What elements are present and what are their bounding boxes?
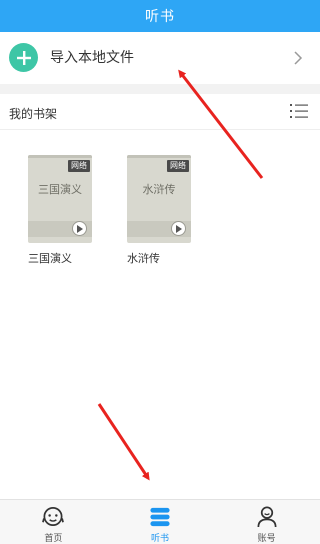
import-local-file-row[interactable]: 导入本地文件 bbox=[0, 32, 320, 84]
list-view-icon[interactable] bbox=[290, 103, 308, 119]
play-icon[interactable] bbox=[72, 221, 87, 236]
page-title: 听书 bbox=[145, 9, 175, 25]
tab-home[interactable]: 首页 bbox=[0, 500, 107, 544]
tab-label: 账号 bbox=[257, 534, 276, 544]
shelf-title: 我的书架 bbox=[9, 107, 58, 121]
book-item[interactable]: 网络 三国演义 三国演义 bbox=[28, 155, 92, 266]
arrow-to-listen-tab bbox=[97, 403, 150, 481]
book-item[interactable]: 网络 水浒传 水浒传 bbox=[127, 155, 191, 266]
tab-label: 首页 bbox=[44, 534, 63, 544]
tab-label: 听书 bbox=[151, 534, 170, 544]
user-icon bbox=[257, 506, 277, 528]
bottom-tab-bar: 首页 听书 账号 bbox=[0, 499, 320, 544]
source-badge: 网络 bbox=[167, 160, 189, 172]
book-cover[interactable]: 网络 水浒传 bbox=[127, 155, 191, 243]
cover-title: 三国演义 bbox=[38, 183, 82, 196]
source-badge: 网络 bbox=[68, 160, 90, 172]
add-icon bbox=[9, 43, 38, 72]
tab-listen[interactable]: 听书 bbox=[107, 500, 214, 544]
tab-account[interactable]: 账号 bbox=[213, 500, 320, 544]
title-bar: 听书 bbox=[0, 0, 320, 32]
cover-title: 水浒传 bbox=[142, 183, 176, 196]
books-icon bbox=[150, 507, 170, 527]
book-name: 三国演义 bbox=[28, 252, 72, 265]
face-icon bbox=[42, 507, 65, 526]
book-name: 水浒传 bbox=[127, 252, 160, 265]
section-divider bbox=[0, 84, 320, 94]
chevron-right-icon bbox=[294, 51, 303, 65]
play-icon[interactable] bbox=[171, 221, 186, 236]
book-cover[interactable]: 网络 三国演义 bbox=[28, 155, 92, 243]
shelf-header: 我的书架 bbox=[0, 94, 320, 130]
import-label: 导入本地文件 bbox=[50, 50, 134, 66]
